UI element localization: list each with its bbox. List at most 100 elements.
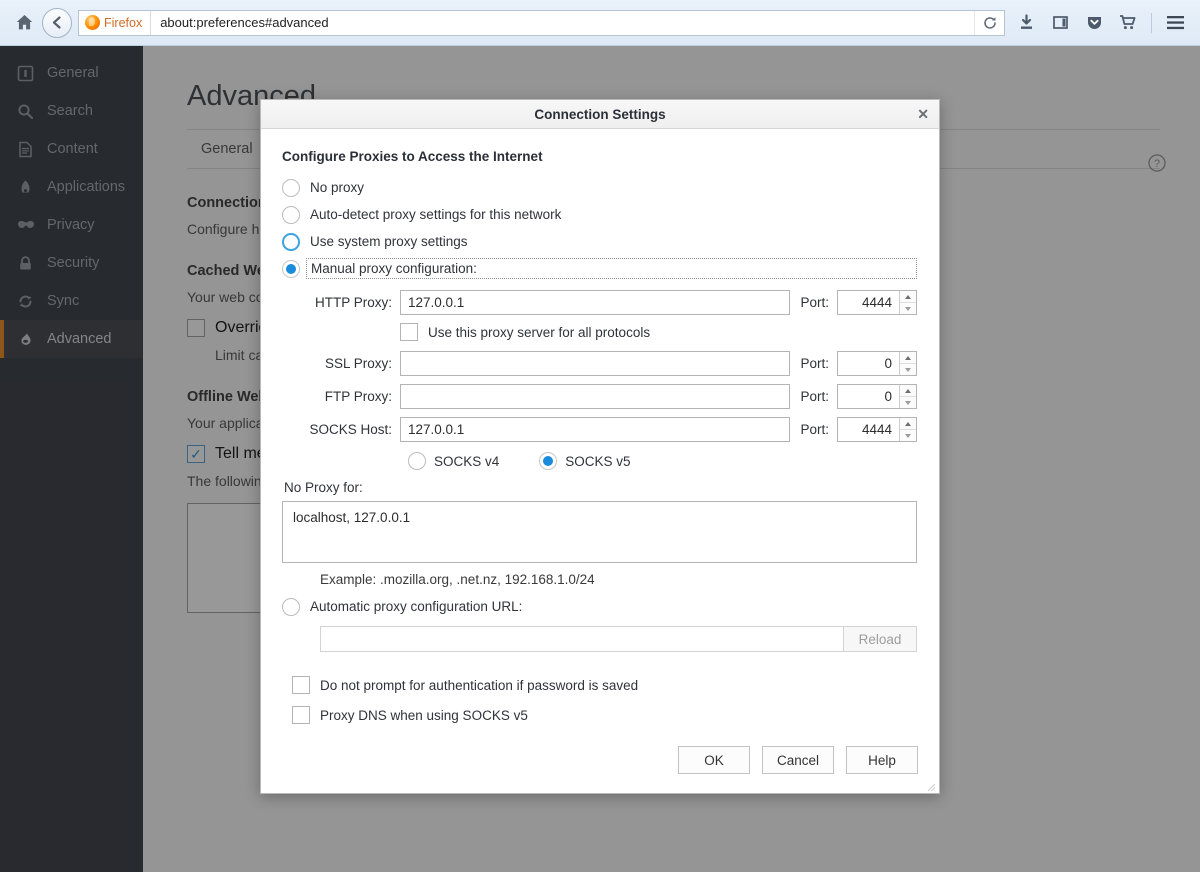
socks-v5-label: SOCKS v5 (565, 454, 630, 469)
spinner-up-icon[interactable] (900, 385, 916, 397)
system-proxy-label: Use system proxy settings (310, 234, 468, 249)
proxy-dns-checkbox[interactable] (292, 706, 310, 724)
firefox-logo-icon (85, 15, 100, 30)
pac-radio[interactable] (282, 598, 300, 616)
spinner-down-icon[interactable] (900, 430, 916, 441)
no-prompt-auth-label: Do not prompt for authentication if pass… (320, 678, 638, 693)
manual-proxy-radio[interactable] (282, 260, 300, 278)
toolbar-icons (1011, 8, 1190, 38)
pac-url-input[interactable] (320, 626, 844, 652)
http-port-label: Port: (790, 295, 837, 310)
ftp-port-value[interactable]: 0 (838, 385, 899, 408)
use-all-protocols-label: Use this proxy server for all protocols (428, 325, 650, 340)
dialog-buttons: OK Cancel Help (678, 746, 918, 774)
ftp-port-label: Port: (790, 389, 837, 404)
no-prompt-auth-row[interactable]: Do not prompt for authentication if pass… (292, 676, 917, 694)
close-icon[interactable]: ✕ (917, 100, 929, 128)
dialog-titlebar: Connection Settings ✕ (261, 100, 939, 129)
ftp-proxy-label: FTP Proxy: (282, 389, 400, 404)
ftp-port-spin-buttons[interactable] (899, 385, 916, 408)
dialog-body: Configure Proxies to Access the Internet… (261, 129, 939, 724)
sidebar-icon[interactable] (1045, 8, 1075, 38)
resize-grip-icon[interactable] (925, 780, 936, 791)
spinner-down-icon[interactable] (900, 303, 916, 314)
radio-row-auto-detect[interactable]: Auto-detect proxy settings for this netw… (282, 201, 917, 228)
socks-port-label: Port: (790, 422, 837, 437)
no-prompt-auth-checkbox[interactable] (292, 676, 310, 694)
ssl-proxy-row: SSL Proxy: Port: 0 (282, 351, 917, 376)
socks-v4-radio[interactable] (408, 452, 426, 470)
example-text: Example: .mozilla.org, .net.nz, 192.168.… (320, 572, 917, 587)
auto-detect-radio[interactable] (282, 206, 300, 224)
identity-label: Firefox (104, 16, 142, 30)
radio-row-system-proxy[interactable]: Use system proxy settings (282, 228, 917, 255)
download-icon[interactable] (1011, 8, 1041, 38)
connection-settings-dialog: Connection Settings ✕ Configure Proxies … (260, 99, 940, 794)
spinner-down-icon[interactable] (900, 397, 916, 408)
browser-toolbar: Firefox about:preferences#advanced (0, 0, 1200, 46)
help-button[interactable]: Help (846, 746, 918, 774)
http-port-value[interactable]: 4444 (838, 291, 899, 314)
cart-icon[interactable] (1113, 8, 1143, 38)
no-proxy-radio[interactable] (282, 179, 300, 197)
bottom-checkboxes: Do not prompt for authentication if pass… (292, 676, 917, 724)
spinner-down-icon[interactable] (900, 364, 916, 375)
ssl-proxy-input[interactable] (400, 351, 790, 376)
socks-host-input[interactable]: 127.0.0.1 (400, 417, 790, 442)
no-proxy-for-textarea[interactable]: localhost, 127.0.0.1 (282, 501, 917, 563)
radio-row-manual-proxy[interactable]: Manual proxy configuration: (282, 255, 917, 282)
ssl-port-value[interactable]: 0 (838, 352, 899, 375)
url-text[interactable]: about:preferences#advanced (151, 15, 328, 30)
http-port-stepper[interactable]: 4444 (837, 290, 917, 315)
pocket-icon[interactable] (1079, 8, 1109, 38)
http-proxy-label: HTTP Proxy: (282, 295, 400, 310)
ftp-proxy-input[interactable] (400, 384, 790, 409)
home-icon[interactable] (10, 9, 38, 37)
auto-detect-label: Auto-detect proxy settings for this netw… (310, 207, 561, 222)
dialog-heading: Configure Proxies to Access the Internet (282, 149, 917, 164)
socks-version-group: SOCKS v4 SOCKS v5 (408, 452, 917, 470)
back-arrow-icon (49, 14, 66, 31)
proxy-fields: HTTP Proxy: 127.0.0.1 Port: 4444 Use thi… (282, 290, 917, 470)
ok-button[interactable]: OK (678, 746, 750, 774)
ssl-port-label: Port: (790, 356, 837, 371)
manual-proxy-label: Manual proxy configuration: (306, 258, 917, 279)
system-proxy-radio[interactable] (282, 233, 300, 251)
use-all-protocols-row[interactable]: Use this proxy server for all protocols (282, 323, 917, 341)
no-proxy-for-label: No Proxy for: (284, 480, 917, 495)
ftp-port-stepper[interactable]: 0 (837, 384, 917, 409)
http-proxy-row: HTTP Proxy: 127.0.0.1 Port: 4444 (282, 290, 917, 315)
socks-v5-radio[interactable] (539, 452, 557, 470)
spinner-up-icon[interactable] (900, 418, 916, 430)
socks-host-label: SOCKS Host: (282, 422, 400, 437)
socks-port-spin-buttons[interactable] (899, 418, 916, 441)
url-bar[interactable]: Firefox about:preferences#advanced (78, 10, 1005, 36)
ssl-port-spin-buttons[interactable] (899, 352, 916, 375)
spinner-up-icon[interactable] (900, 352, 916, 364)
toolbar-divider (1151, 13, 1152, 33)
ssl-proxy-label: SSL Proxy: (282, 356, 400, 371)
socks-v4-label: SOCKS v4 (434, 454, 499, 469)
pac-url-row: Reload (320, 626, 917, 652)
ftp-proxy-row: FTP Proxy: Port: 0 (282, 384, 917, 409)
proxy-dns-row[interactable]: Proxy DNS when using SOCKS v5 (292, 706, 917, 724)
back-button[interactable] (42, 8, 72, 38)
radio-row-pac[interactable]: Automatic proxy configuration URL: (282, 593, 917, 620)
ssl-port-stepper[interactable]: 0 (837, 351, 917, 376)
reload-icon[interactable] (974, 11, 1004, 35)
cancel-button[interactable]: Cancel (762, 746, 834, 774)
http-proxy-input[interactable]: 127.0.0.1 (400, 290, 790, 315)
spinner-up-icon[interactable] (900, 291, 916, 303)
use-all-protocols-checkbox[interactable] (400, 323, 418, 341)
proxy-dns-label: Proxy DNS when using SOCKS v5 (320, 708, 528, 723)
socks-port-value[interactable]: 4444 (838, 418, 899, 441)
reload-button[interactable]: Reload (844, 626, 917, 652)
dialog-title: Connection Settings (534, 107, 665, 122)
use-all-protocols-group[interactable]: Use this proxy server for all protocols (400, 323, 650, 341)
menu-icon[interactable] (1160, 8, 1190, 38)
socks-port-stepper[interactable]: 4444 (837, 417, 917, 442)
pac-label: Automatic proxy configuration URL: (310, 599, 522, 614)
http-port-spin-buttons[interactable] (899, 291, 916, 314)
identity-box[interactable]: Firefox (79, 11, 151, 35)
radio-row-no-proxy[interactable]: No proxy (282, 174, 917, 201)
